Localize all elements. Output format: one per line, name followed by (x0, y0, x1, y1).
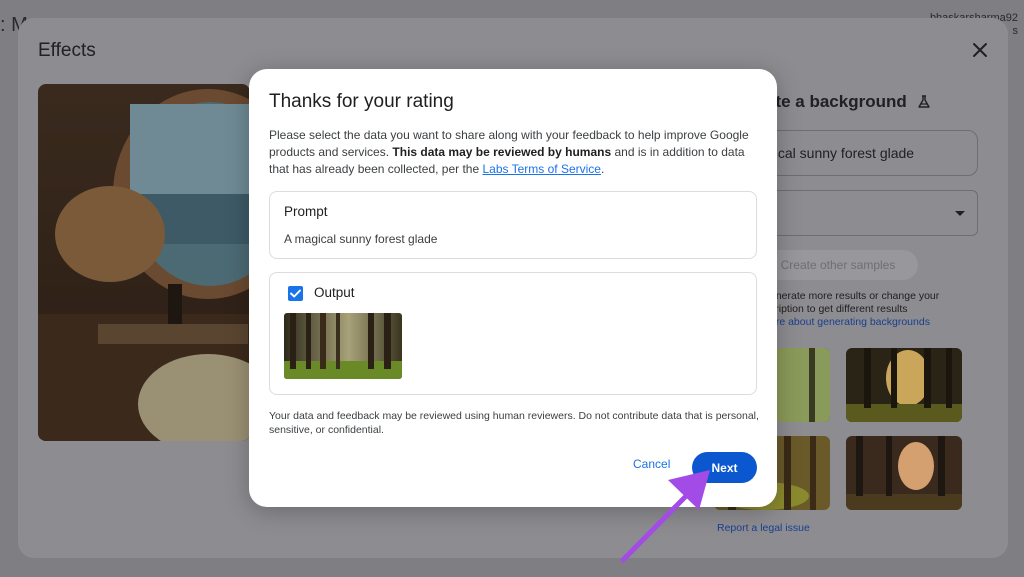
prompt-card: Prompt A magical sunny forest glade (269, 191, 757, 259)
output-checkbox[interactable] (288, 286, 303, 301)
output-image (284, 313, 402, 379)
prompt-label: Prompt (284, 204, 328, 219)
close-icon[interactable] (970, 40, 990, 60)
background-prompt-value: gical sunny forest glade (767, 145, 915, 161)
next-button[interactable]: Next (692, 452, 757, 483)
create-other-samples-button[interactable]: Create other samples (758, 250, 918, 280)
dialog-title: Thanks for your rating (269, 91, 454, 112)
learn-more-link[interactable]: ore about generating backgrounds (770, 316, 980, 329)
feedback-dialog: Thanks for your rating Please select the… (249, 69, 777, 507)
dialog-description: Please select the data you want to share… (269, 128, 749, 176)
help-text: enerate more results or change your crip… (770, 290, 980, 329)
sample-thumbnail[interactable] (846, 436, 962, 510)
background-heading-clip: ate a background (766, 92, 916, 116)
sample-thumbnail[interactable] (846, 348, 962, 422)
cancel-button[interactable]: Cancel (633, 457, 670, 471)
prompt-value: A magical sunny forest glade (284, 232, 438, 246)
background-heading: ate a background (766, 92, 907, 111)
labs-terms-link[interactable]: Labs Terms of Service (482, 162, 601, 176)
checkmark-icon (290, 289, 301, 298)
preview-image (38, 84, 250, 441)
flask-icon (916, 94, 932, 110)
disclaimer-text: Your data and feedback may be reviewed u… (269, 410, 759, 436)
chevron-down-icon (955, 211, 965, 216)
report-legal-issue-link[interactable]: Report a legal issue (717, 522, 810, 534)
output-card: Output (269, 272, 757, 395)
output-label: Output (314, 285, 355, 300)
effects-title: Effects (38, 40, 96, 61)
